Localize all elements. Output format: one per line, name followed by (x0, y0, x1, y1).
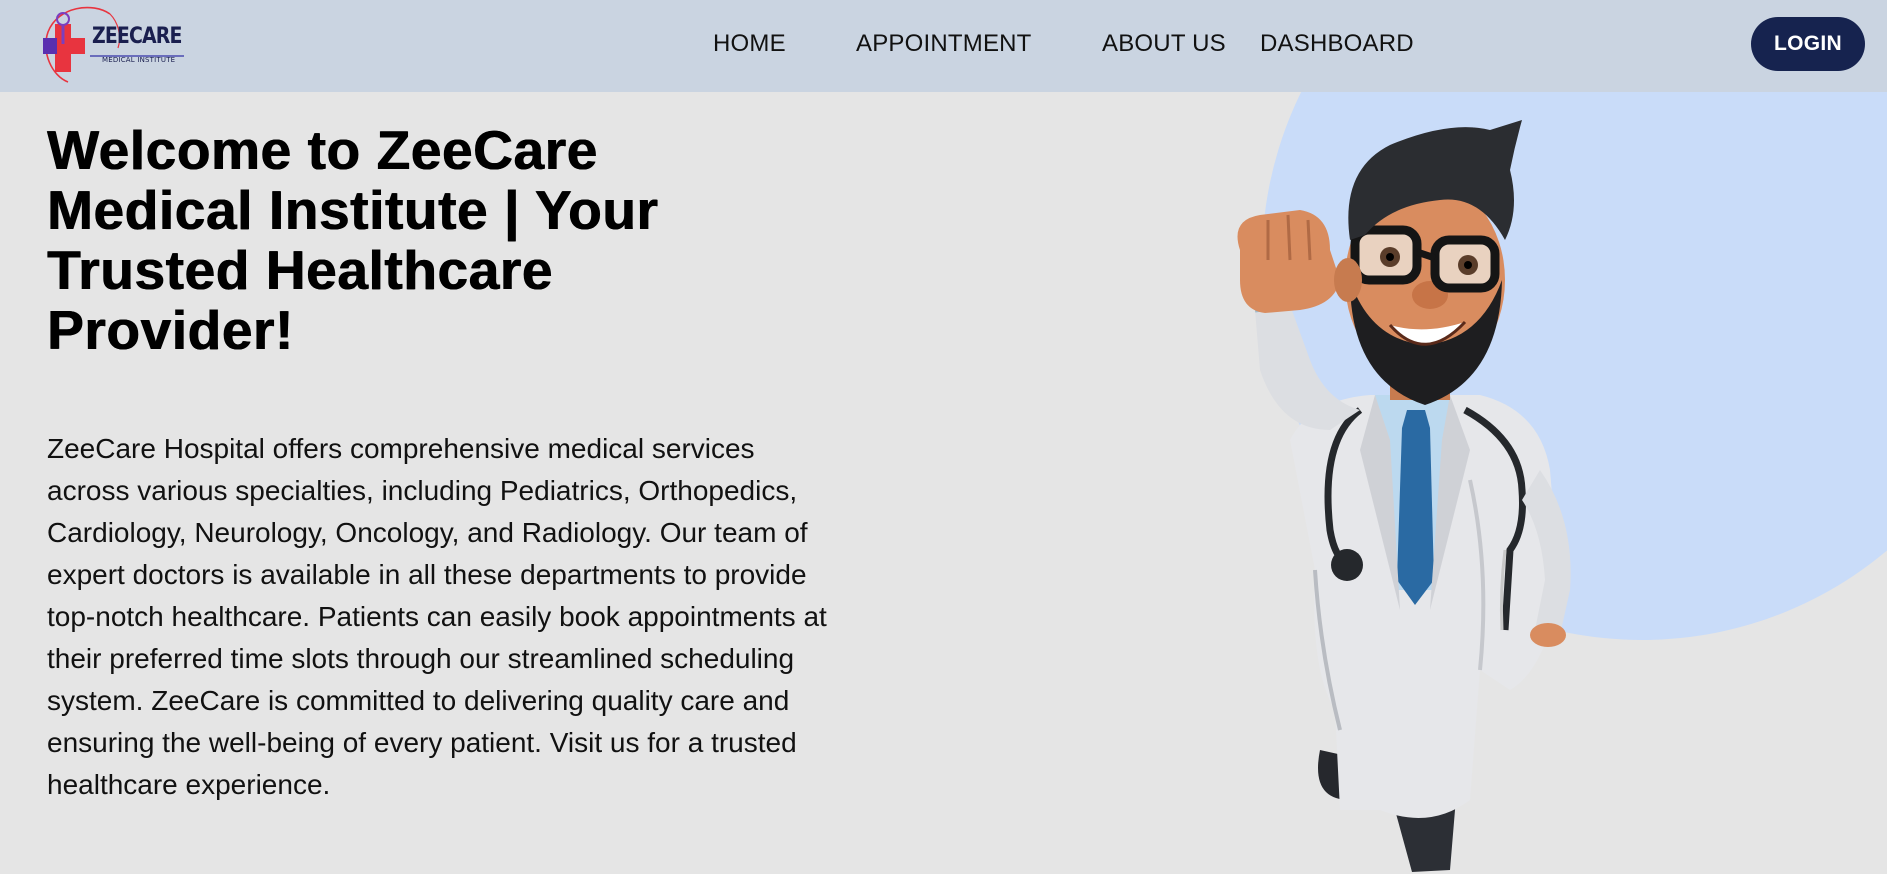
hero-title: Welcome to ZeeCare Medical Institute | Y… (47, 119, 659, 361)
doctor-illustration-icon (1237, 120, 1571, 872)
nav-home[interactable]: HOME (713, 30, 786, 58)
nav-dashboard[interactable]: DASHBOARD (1260, 30, 1414, 58)
login-button[interactable]: LOGIN (1751, 17, 1865, 71)
brand-subtitle: MEDICAL INSTITUTE (102, 56, 176, 64)
landing-page: ZEECARE MEDICAL INSTITUTE HOME APPOINTME… (0, 0, 1887, 874)
brand-name: ZEECARE (92, 24, 182, 49)
brand-logo[interactable]: ZEECARE MEDICAL INSTITUTE (38, 4, 188, 86)
nav-appointment[interactable]: APPOINTMENT (856, 30, 1032, 58)
hero-description: ZeeCare Hospital offers comprehensive me… (47, 433, 827, 800)
nav-about-us[interactable]: ABOUT US (1102, 30, 1226, 58)
navbar: ZEECARE MEDICAL INSTITUTE HOME APPOINTME… (0, 0, 1887, 92)
